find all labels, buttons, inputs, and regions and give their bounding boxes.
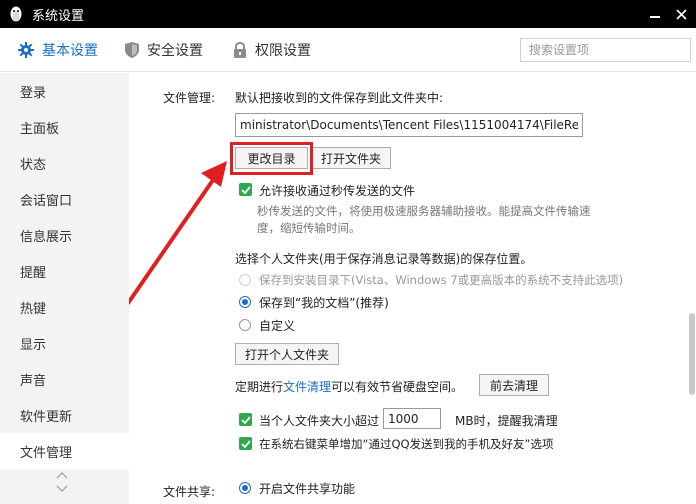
minimize-icon [650, 16, 660, 18]
tab-basic-settings[interactable]: 基本设置 [18, 28, 98, 72]
scrollbar-thumb[interactable] [689, 313, 695, 395]
allow-flash-checkbox[interactable] [239, 183, 252, 196]
sidebar-item-hotkeys[interactable]: 热键 [0, 289, 129, 325]
file-management-panel: 文件管理: 默认把接收到的文件保存到此文件夹中: 更改目录 打开文件夹 允许接收… [129, 73, 696, 504]
sidebar-item-chat-window[interactable]: 会话窗口 [0, 181, 129, 217]
section-label-file-management: 文件管理: [163, 91, 216, 105]
sidebar-item-main-panel[interactable]: 主面板 [0, 109, 129, 145]
goto-cleanup-button[interactable]: 前去清理 [479, 374, 549, 396]
cleanup-text: 定期进行文件清理可以有效节省硬盘空间。 [235, 380, 464, 394]
size-reminder-prefix: 当个人文件夹大小超过 [259, 414, 380, 428]
sidebar-item-file-management[interactable]: 文件管理 [0, 433, 129, 469]
tab-security-settings[interactable]: 安全设置 [125, 28, 203, 72]
sidebar-item-software-update[interactable]: 软件更新 [0, 397, 129, 433]
check-icon [240, 415, 251, 424]
window-title: 系统设置 [32, 8, 85, 24]
settings-header: 基本设置 安全设置 权限设置 [0, 28, 696, 72]
context-menu-label: 在系统右键菜单增加“通过QQ发送到我的手机及好友”选项 [259, 437, 554, 451]
title-bar: 系统设置 [0, 0, 696, 28]
allow-flash-label: 允许接收通过秒传发送的文件 [259, 184, 416, 198]
radio-my-documents[interactable] [239, 296, 251, 308]
flash-desc-line2: 度，缩短传输时间。 [257, 221, 361, 235]
radio-custom[interactable] [239, 319, 251, 331]
folder-size-limit-input[interactable] [383, 408, 441, 429]
check-icon [240, 439, 251, 448]
radio-enable-file-share[interactable] [239, 482, 251, 494]
sidebar: 登录 主面板 状态 会话窗口 信息展示 提醒 热键 显示 声音 软件更新 文件管… [0, 73, 129, 504]
personal-folder-desc: 选择个人文件夹(用于保存消息记录等数据)的保存位置。 [235, 252, 533, 266]
save-location-desc: 默认把接收到的文件保存到此文件夹中: [235, 91, 444, 105]
qq-penguin-icon [8, 5, 24, 23]
open-folder-button[interactable]: 打开文件夹 [311, 147, 391, 169]
open-personal-folder-button[interactable]: 打开个人文件夹 [235, 343, 339, 365]
sidebar-item-login[interactable]: 登录 [0, 73, 129, 109]
search-input[interactable] [520, 38, 691, 62]
size-reminder-suffix: MB时，提醒我清理 [455, 414, 558, 428]
shield-icon [125, 42, 139, 58]
close-button[interactable] [666, 0, 696, 28]
tab-label: 权限设置 [255, 43, 311, 59]
radio-install-dir-label: 保存到安装目录下(Vista、Windows 7或更高版本的系统不支持此选项) [259, 273, 624, 287]
sidebar-item-info-display[interactable]: 信息展示 [0, 217, 129, 253]
check-icon [240, 185, 251, 194]
sidebar-item-sound[interactable]: 声音 [0, 361, 129, 397]
context-menu-checkbox[interactable] [239, 437, 252, 450]
highlight-annotation-box [230, 142, 313, 175]
section-label-file-share: 文件共享: [163, 485, 216, 499]
file-cleanup-link[interactable]: 文件清理 [283, 380, 331, 394]
chevron-down-icon [56, 485, 68, 493]
tab-label: 基本设置 [42, 43, 98, 59]
size-reminder-checkbox[interactable] [239, 413, 252, 426]
radio-install-dir[interactable] [239, 274, 251, 286]
tab-label: 安全设置 [147, 43, 203, 59]
content-scrollbar[interactable] [688, 73, 696, 504]
tab-permission-settings[interactable]: 权限设置 [233, 28, 311, 72]
flash-desc-line1: 秒传发送的文件，将使用极速服务器辅助接收。能提高文件传输速 [257, 204, 591, 218]
sidebar-item-status[interactable]: 状态 [0, 145, 129, 181]
close-icon [675, 8, 687, 20]
sidebar-item-display[interactable]: 显示 [0, 325, 129, 361]
lock-icon [233, 42, 247, 58]
enable-file-share-label: 开启文件共享功能 [259, 482, 356, 496]
gear-icon [18, 42, 34, 58]
receive-path-field[interactable] [235, 113, 583, 137]
sidebar-scroll-arrows[interactable] [52, 469, 72, 497]
radio-custom-label: 自定义 [259, 319, 296, 333]
chevron-up-icon [56, 471, 68, 479]
sidebar-item-notifications[interactable]: 提醒 [0, 253, 129, 289]
radio-my-documents-label: 保存到“我的文档”(推荐) [259, 296, 389, 310]
